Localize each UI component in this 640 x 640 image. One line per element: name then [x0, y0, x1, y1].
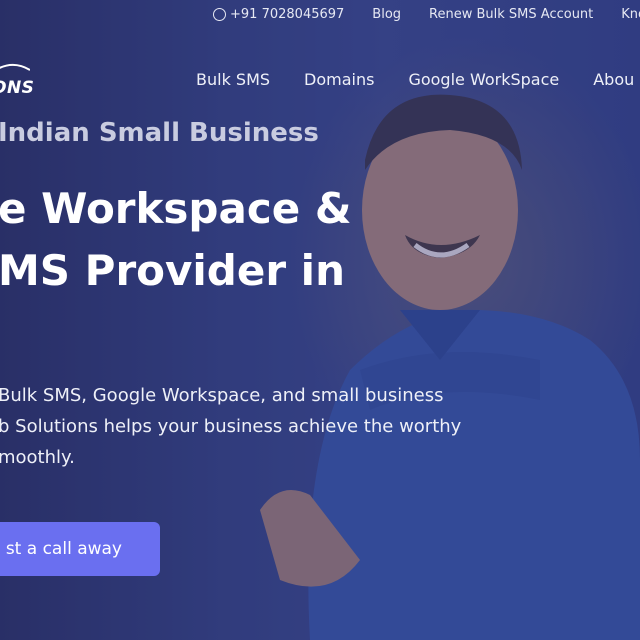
hero-headline-line2: MS Provider in [0, 246, 345, 295]
hero-eyebrow: Indian Small Business [0, 118, 319, 148]
topbar-know-link[interactable]: Kno [621, 7, 640, 22]
cta-call-button[interactable]: st a call away [0, 522, 160, 576]
topbar-renew-link[interactable]: Renew Bulk SMS Account [429, 7, 593, 22]
main-nav: Bulk SMS Domains Google WorkSpace Abou [196, 70, 634, 89]
nav-item-google-workspace[interactable]: Google WorkSpace [408, 70, 559, 89]
top-bar: +91 7028045697 Blog Renew Bulk SMS Accou… [0, 0, 640, 28]
hero-headline-line1: e Workspace & [0, 184, 352, 233]
whatsapp-icon [213, 7, 227, 21]
nav-item-bulk-sms[interactable]: Bulk SMS [196, 70, 270, 89]
hero-desc-line3: moothly. [0, 447, 75, 468]
topbar-blog-link[interactable]: Blog [372, 7, 401, 22]
nav-item-about[interactable]: Abou [593, 70, 634, 89]
hero-desc-line2: b Solutions helps your business achieve … [0, 416, 462, 437]
topbar-phone-label: +91 7028045697 [230, 6, 345, 22]
logo-swoosh-icon [0, 63, 30, 71]
topbar-phone[interactable]: +91 7028045697 [213, 7, 344, 22]
hero-description: Bulk SMS, Google Workspace, and small bu… [0, 380, 461, 473]
nav-item-domains[interactable]: Domains [304, 70, 374, 89]
hero-headline: e Workspace & MS Provider in [0, 178, 351, 302]
site-logo[interactable]: ONS [0, 78, 34, 98]
hero-desc-line1: Bulk SMS, Google Workspace, and small bu… [0, 385, 444, 406]
